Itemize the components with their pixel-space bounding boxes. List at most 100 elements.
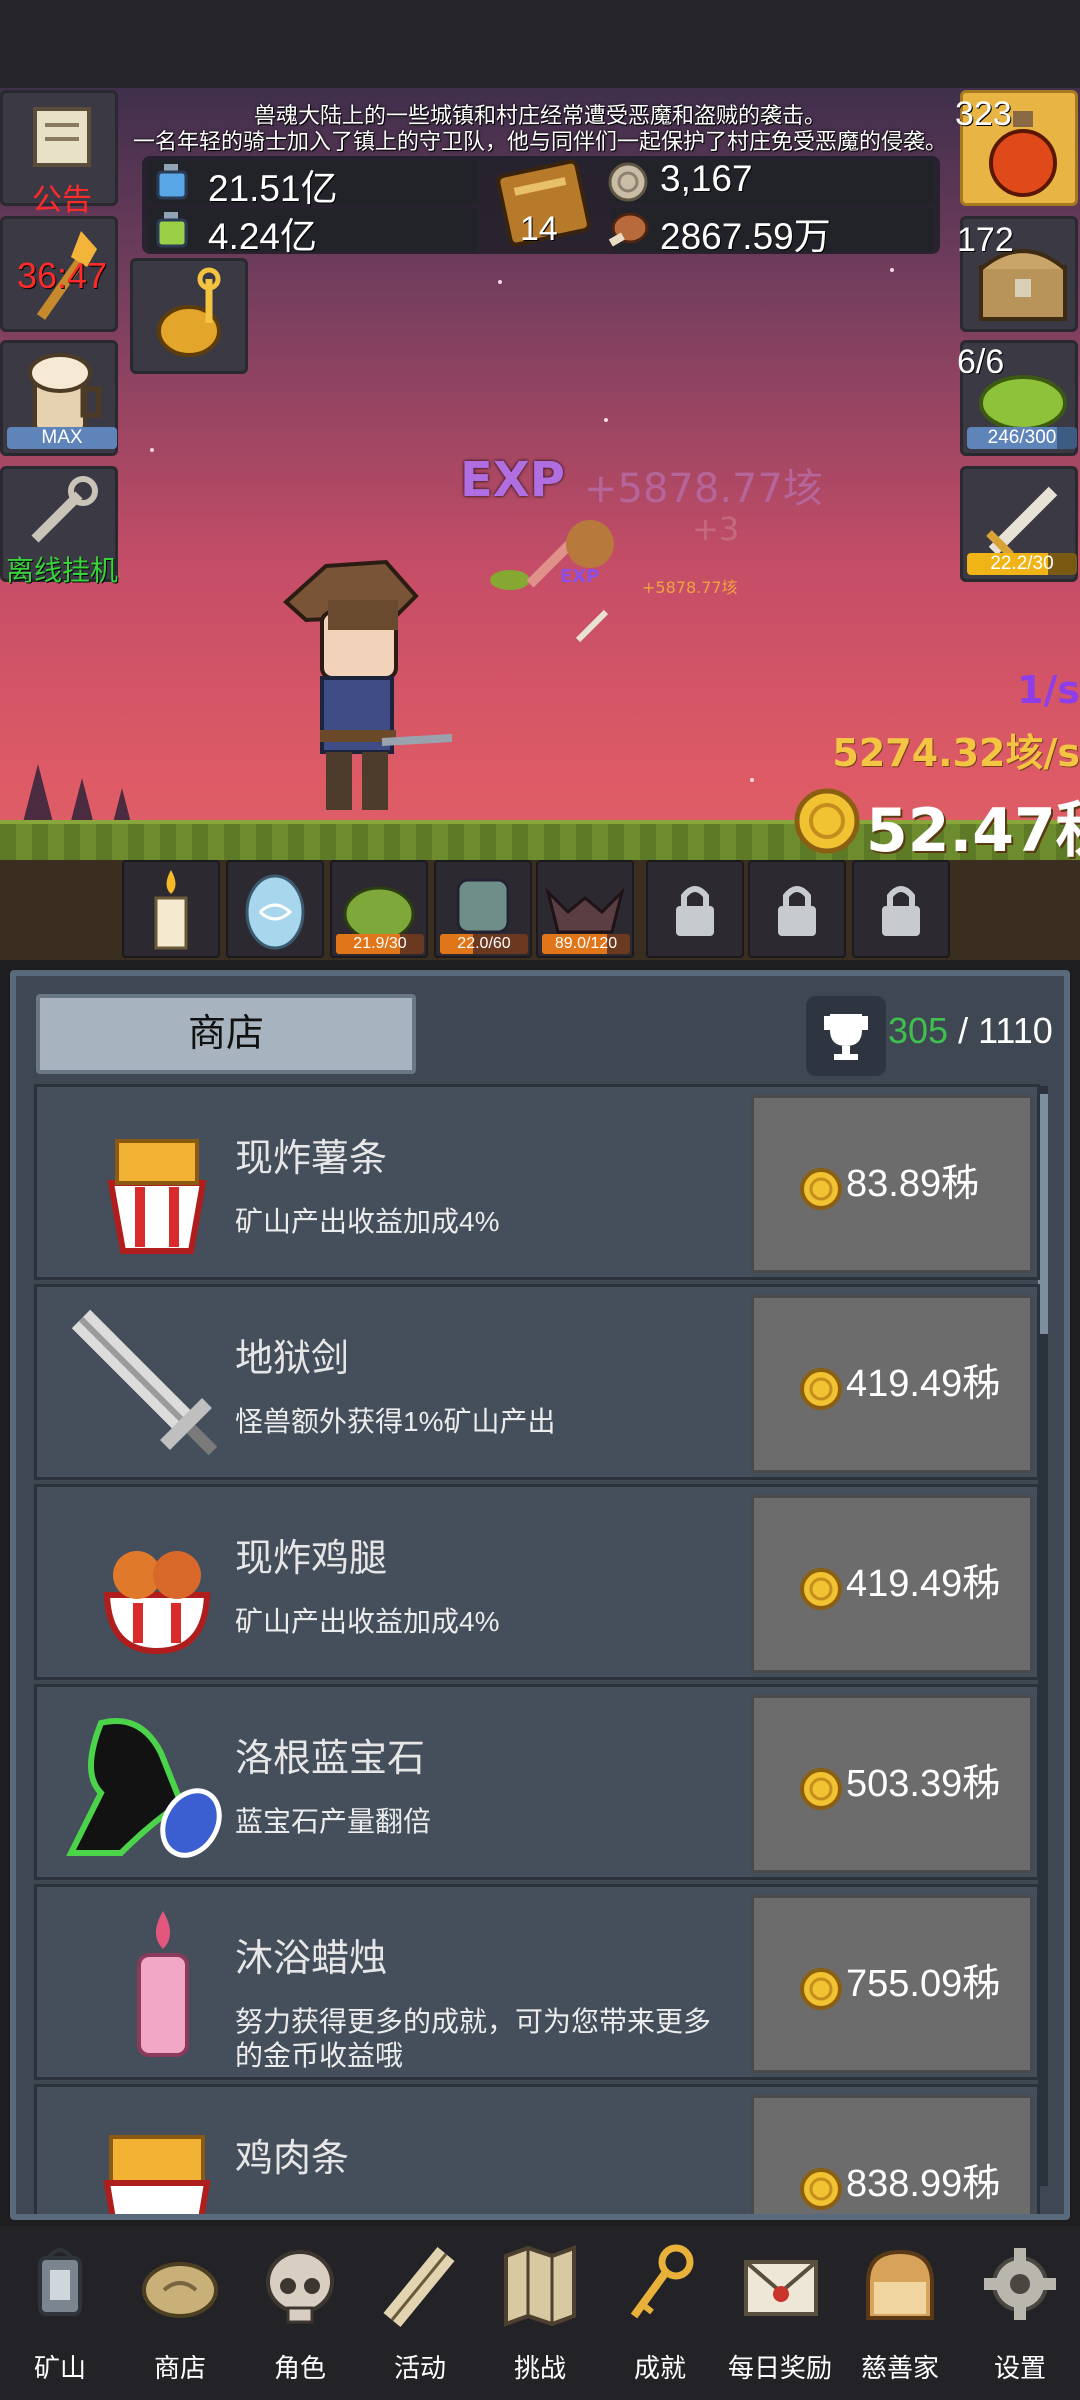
wrench-icon xyxy=(31,476,98,543)
gold-coin-icon xyxy=(800,2168,842,2210)
buy-button[interactable]: 83.89秭 xyxy=(751,1095,1033,1273)
buy-button[interactable]: 755.09秭 xyxy=(751,1895,1033,2073)
shop-panel: 商店 305 / 1110 现炸薯条 矿山产出收益加成4% 83.89秭 地狱剑 怪兽额… xyxy=(10,970,1070,2220)
nav-item-envelope[interactable]: 每日奖励 xyxy=(720,2230,840,2400)
envelope-icon xyxy=(744,2260,818,2316)
unit-slot-slime[interactable]: 21.9/30 xyxy=(330,860,428,958)
green-potion-icon xyxy=(156,212,188,248)
story-line-2: 一名年轻的骑士加入了镇上的守卫队，他与同伴们一起保护了村庄免受恶魔的侵袭。 xyxy=(132,129,947,154)
drink-icon xyxy=(28,353,102,433)
nav-item-gear[interactable]: 设置 xyxy=(960,2230,1080,2400)
candle-icon xyxy=(93,1905,233,2069)
game-screen: 兽魂大陆上的一些城镇和村庄经常遭受恶魔和盗贼的袭击。 一名年轻的骑士加入了镇上的… xyxy=(0,0,1080,2400)
nav-item-lantern[interactable]: 矿山 xyxy=(0,2230,120,2400)
scroll-icon xyxy=(33,107,91,167)
shop-list: 现炸薯条 矿山产出收益加成4% 83.89秭 地狱剑 怪兽额外获得1%矿山产出 419.4… xyxy=(16,1084,1064,2214)
nav-label: 每日奖励 xyxy=(727,2353,832,2383)
buy-button[interactable]: 419.49秭 xyxy=(751,1495,1033,1673)
nav-label: 活动 xyxy=(393,2353,446,2383)
lock-icon xyxy=(676,886,714,936)
income-rate: 5274.32垓/s xyxy=(832,731,1080,775)
nav-label: 角色 xyxy=(273,2353,326,2383)
resource-panel: 21.51亿 4.24亿 14 3,167 2867.59万 xyxy=(142,156,940,257)
drink-bar: MAX xyxy=(7,427,117,449)
shop-item-desc: 怪兽额外获得1%矿山产出 xyxy=(235,1406,556,1437)
buy-price: 755.09秭 xyxy=(846,1963,1001,2005)
sword-bar: 22.2/30 xyxy=(967,553,1077,575)
buy-price: 419.49秭 xyxy=(846,1363,1001,1405)
buy-button[interactable]: 838.99秭 xyxy=(751,2095,1033,2214)
shop-item: 现炸鸡腿矿山产出收益加成4% 419.49秭 xyxy=(34,1484,1040,1680)
chest-button[interactable]: 172 xyxy=(957,216,1078,332)
trophy-total: / 1110 xyxy=(948,1010,1053,1051)
nav-item-map[interactable]: 挑战 xyxy=(480,2230,600,2400)
per-second-label: 1/s xyxy=(1017,668,1080,712)
fries-icon xyxy=(87,1123,227,1267)
unit-slot-candle[interactable] xyxy=(122,860,220,958)
chest-count: 172 xyxy=(957,221,1014,259)
silver-coin-icon xyxy=(608,162,648,202)
nav-item-bread[interactable]: 慈善家 xyxy=(840,2230,960,2400)
lock-icon xyxy=(882,886,920,936)
gold-coin-icon xyxy=(794,788,860,854)
chicken-strips-icon xyxy=(87,2123,227,2214)
lantern-icon xyxy=(38,2248,82,2316)
offline-button[interactable]: 离线挂机 xyxy=(0,466,118,586)
torch-timer: 36:47 xyxy=(16,255,108,296)
nav-label: 慈善家 xyxy=(860,2353,939,2383)
buy-button[interactable]: 419.49秭 xyxy=(751,1295,1033,1473)
unit-slot-bat[interactable]: 89.0/120 xyxy=(536,860,634,958)
buy-price: 503.39秭 xyxy=(846,1763,1001,1805)
nav-item-scroll[interactable]: 活动 xyxy=(360,2230,480,2400)
unit-slot-egg[interactable] xyxy=(226,860,324,958)
status-bar xyxy=(0,0,1080,88)
chicken-icon xyxy=(87,1523,227,1667)
nav-item-stone[interactable]: 商店 xyxy=(120,2230,240,2400)
golden-key-button[interactable] xyxy=(130,258,248,374)
potion-button[interactable]: 323 xyxy=(955,90,1078,206)
offline-label: 离线挂机 xyxy=(5,555,118,586)
shop-tab-button[interactable]: 商店 xyxy=(36,994,416,1074)
small-sword-drop-icon xyxy=(575,609,609,643)
sword-button[interactable]: 22.2/30 xyxy=(960,466,1078,582)
trophy-box xyxy=(806,996,886,1076)
scroll-icon xyxy=(383,2247,455,2327)
notice-button[interactable]: 公告 xyxy=(0,90,118,217)
nav-item-key[interactable]: 成就 xyxy=(600,2230,720,2400)
trophy-progress: 305 / 1110 xyxy=(888,1010,1053,1052)
green-potion-amount: 4.24亿 xyxy=(208,216,318,257)
unit-slot-bar-slime: 21.9/30 xyxy=(336,934,424,954)
knight-hero xyxy=(283,559,453,810)
nav-item-skull[interactable]: 角色 xyxy=(240,2230,360,2400)
slime-bar: 246/300 xyxy=(967,427,1077,449)
notice-label: 公告 xyxy=(32,184,92,217)
slime-button[interactable]: 6/6 246/300 xyxy=(957,340,1078,456)
buy-price: 83.89秭 xyxy=(846,1163,980,1205)
unit-slot-locked2[interactable] xyxy=(748,860,846,958)
gold-coin-icon xyxy=(800,1368,842,1410)
unit-slot-locked3[interactable] xyxy=(852,860,950,958)
loot-drop-icon xyxy=(490,520,614,590)
key-icon xyxy=(630,2244,694,2319)
buy-button[interactable]: 503.39秭 xyxy=(751,1695,1033,1873)
plus-three-text: +3 xyxy=(692,510,740,548)
unit-slot-locked1[interactable] xyxy=(646,860,744,958)
slime-progress: 246/300 xyxy=(987,427,1057,448)
potion-count: 323 xyxy=(955,95,1012,133)
shop-item: 洛根蓝宝石 蓝宝石产量翻倍 503.39秭 xyxy=(34,1684,1040,1880)
shop-item: 沐浴蜡烛 努力获得更多的成就，可为您带来更多的金币收益哦 755.09秭 xyxy=(34,1884,1040,2080)
unit-slot-zombie[interactable]: 22.0/60 xyxy=(434,860,532,958)
torch-button[interactable]: 36:47 xyxy=(0,216,118,332)
gold-coin-icon xyxy=(800,1168,842,1210)
skull-icon xyxy=(266,2250,334,2324)
unit-slot-bar-bat: 89.0/120 xyxy=(542,934,630,954)
gold-coin-icon xyxy=(800,1768,842,1810)
trophy-icon xyxy=(824,1014,868,1060)
shop-item-desc: 矿山产出收益加成4% xyxy=(235,1606,500,1637)
story-line-1: 兽魂大陆上的一些城镇和村庄经常遭受恶魔和盗贼的袭击。 xyxy=(253,103,826,128)
drink-button[interactable]: MAX xyxy=(0,340,118,456)
shop-item-name: 现炸鸡腿 xyxy=(235,1538,388,1580)
blue-potion-icon xyxy=(156,164,188,200)
shop-item-name: 现炸薯条 xyxy=(235,1138,388,1180)
golden-key-icon xyxy=(157,267,221,357)
